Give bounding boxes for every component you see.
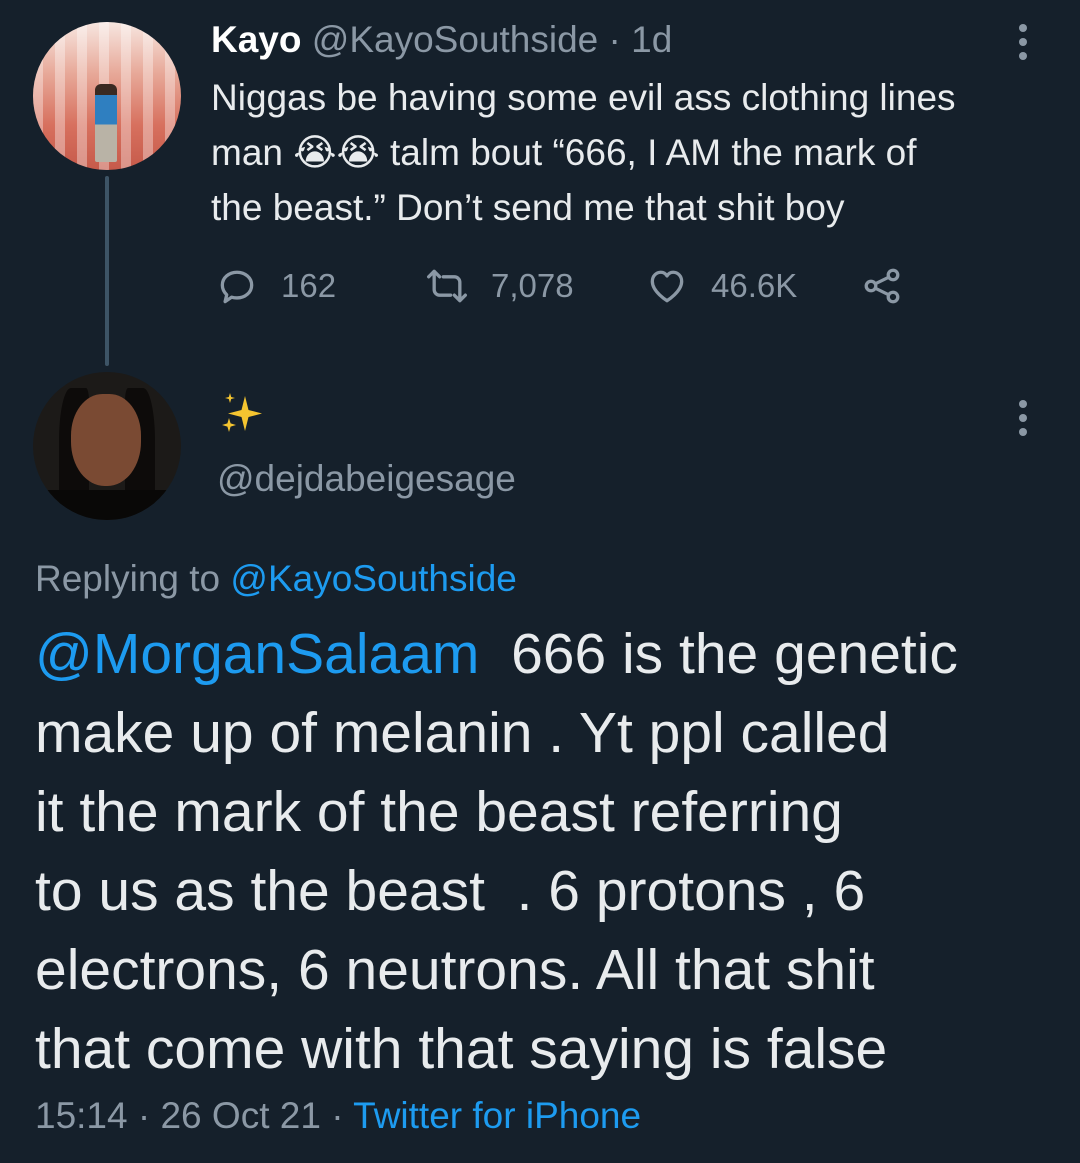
- more-icon[interactable]: [1016, 24, 1030, 66]
- retweet-button[interactable]: 7,078: [425, 258, 574, 314]
- reply-line: that come with that saying is false: [35, 1017, 888, 1081]
- tweet-text-segment: talm bout “666, I AM the mark of: [379, 132, 917, 173]
- tweet-metadata: 15:14 · 26 Oct 21 · Twitter for iPhone: [35, 1095, 641, 1137]
- reply-text-segment: 666 is the genetic: [479, 622, 958, 686]
- thread-line: [105, 176, 109, 366]
- avatar-dejdabeigesage[interactable]: [33, 372, 181, 520]
- tweet-source-link[interactable]: Twitter for iPhone: [353, 1095, 641, 1136]
- tweet-actions: 162 7,078 46.6K: [215, 258, 935, 314]
- footer-separator: ·: [137, 1095, 151, 1136]
- reply-line: make up of melanin . Yt ppl called: [35, 701, 890, 765]
- reply-count: 162: [281, 267, 337, 304]
- replying-to-link[interactable]: @KayoSouthside: [230, 558, 516, 599]
- reply-line: to us as the beast . 6 protons , 6: [35, 859, 866, 923]
- retweet-count: 7,078: [491, 267, 574, 304]
- tweet-time[interactable]: 15:14: [35, 1095, 128, 1136]
- reply-tweet-text: @MorganSalaam 666 is the genetic make up…: [35, 615, 1045, 1089]
- header-separator: ·: [608, 19, 621, 60]
- tweet-time[interactable]: 1d: [631, 19, 672, 60]
- tweet-date[interactable]: 26 Oct 21: [160, 1095, 320, 1136]
- like-icon: [650, 270, 684, 303]
- share-icon: [864, 268, 900, 304]
- avatar-clothing: [33, 490, 181, 520]
- reply-line: @MorganSalaam 666 is the genetic: [35, 615, 1045, 694]
- like-count: 46.6K: [711, 267, 798, 304]
- tweet-text-segment: man: [211, 132, 294, 173]
- mention-link[interactable]: @MorganSalaam: [35, 622, 479, 686]
- sparkle-icon: [222, 393, 262, 432]
- more-icon[interactable]: [1016, 400, 1030, 442]
- share-button[interactable]: [860, 258, 904, 314]
- author-handle[interactable]: @KayoSouthside: [312, 19, 598, 60]
- reply-button[interactable]: 162: [215, 258, 336, 314]
- crying-emoji: 😭😭: [293, 132, 380, 173]
- reply-line: electrons, 6 neutrons. All that shit: [35, 938, 875, 1002]
- reply-icon: [220, 270, 254, 304]
- reply-author-handle[interactable]: @dejdabeigesage: [217, 458, 516, 500]
- tweet-line: man 😭😭 talm bout “666, I AM the mark of: [211, 125, 1041, 180]
- replying-to: Replying to @KayoSouthside: [35, 558, 517, 600]
- replying-label: Replying to: [35, 558, 231, 599]
- reply-line: it the mark of the beast referring: [35, 780, 843, 844]
- footer-separator: ·: [331, 1095, 344, 1136]
- avatar-person: [95, 84, 117, 162]
- avatar-face: [71, 394, 141, 486]
- avatar-kayo[interactable]: [33, 22, 181, 170]
- like-button[interactable]: 46.6K: [645, 258, 797, 314]
- parent-tweet-text: Niggas be having some evil ass clothing …: [211, 70, 1041, 235]
- tweet-line: the beast.” Don’t send me that shit boy: [211, 187, 845, 228]
- parent-tweet-header: Kayo @KayoSouthside · 1d: [211, 18, 672, 62]
- tweet-line: Niggas be having some evil ass clothing …: [211, 77, 956, 118]
- retweet-icon: [427, 269, 467, 303]
- author-name[interactable]: Kayo: [211, 19, 301, 60]
